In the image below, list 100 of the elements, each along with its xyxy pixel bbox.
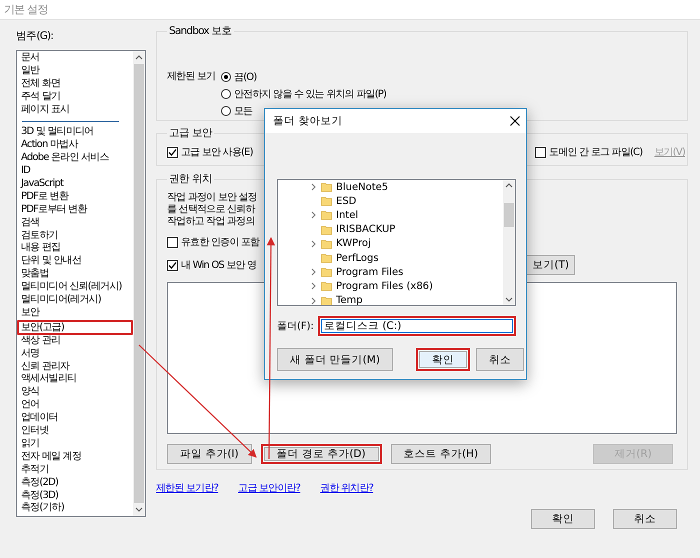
folder-icon [321,210,332,220]
category-item[interactable]: 전자 메일 계정 [20,450,133,464]
description-text: 작업 과정이 보안 설정 [167,192,257,204]
folder-icon [321,253,332,264]
checkbox[interactable] [535,146,546,158]
field-label: 제한된 보기 [167,70,216,84]
folder-icon [321,281,332,292]
scroll-down-icon[interactable] [135,507,143,512]
category-item[interactable]: 보안(고급) [17,320,133,335]
folder-name[interactable]: IRISBACKUP [336,224,396,236]
chevron-icon[interactable] [310,240,317,248]
category-item[interactable]: 검색 [20,216,133,230]
add-host-button[interactable]: 호스트 추가(H) [390,444,492,464]
folder-icon [321,196,332,206]
category-item[interactable]: 페이지 표시 [20,104,133,116]
chevron-icon[interactable] [310,211,317,220]
folder-icon [321,182,332,192]
scroll-down-icon[interactable] [505,297,513,302]
add-file-button[interactable]: 파일 추가(I) [167,444,252,464]
cancel-button[interactable]: 취소 [613,509,677,529]
scrollbar-thumb[interactable] [134,64,144,503]
folder-icon [321,224,332,235]
folder-field[interactable]: 로컬디스크 (C:) [318,316,516,336]
chevron-icon[interactable] [310,282,317,290]
category-item[interactable]: PDF로부터 변환 [20,204,133,217]
category-item[interactable]: 전체 화면 [20,78,133,91]
scroll-up-icon[interactable] [505,183,513,188]
folder-name[interactable]: Program Files (x86) [336,280,433,292]
description-text: 를 선택적으로 신뢰하 [167,204,255,216]
help-link[interactable]: 고급 보안이란? [238,481,300,495]
category-item[interactable]: 액세서빌리티 [20,373,133,386]
scrollbar-thumb[interactable] [504,202,514,226]
checkbox-label: 유효한 인증이 포함 [181,236,260,249]
chevron-icon[interactable] [310,296,317,305]
cancel-button[interactable]: 취소 [476,348,524,371]
category-item[interactable]: Action 마법사 [20,139,133,152]
chevron-icon[interactable] [310,183,317,192]
folder-icon [321,267,332,278]
folder-name[interactable]: Intel [336,210,358,221]
radio-button[interactable] [221,72,231,82]
scroll-up-icon[interactable] [135,55,143,60]
group-title: 권한 위치 [168,172,214,186]
category-item[interactable]: 인터넷 [20,425,133,438]
category-item[interactable]: 멀티미디어(레거시) [20,294,133,307]
category-item[interactable]: 양식 [20,386,133,400]
ok-button[interactable]: 확인 [416,348,470,371]
ok-button[interactable]: 확인 [531,509,595,529]
category-item[interactable]: JavaScript [20,178,133,191]
checkbox[interactable] [167,260,178,270]
folder-name[interactable]: KWProj [336,238,371,250]
category-item[interactable]: 측정(2D) [20,476,133,490]
category-item[interactable]: 서명 [20,348,133,361]
close-icon[interactable] [510,116,520,126]
checkbox[interactable] [167,236,178,248]
category-item[interactable]: 측정(기하) [20,502,133,516]
category-item[interactable]: 3D 및 멀티미디어 [20,126,133,140]
category-item[interactable]: 색상 관리 [20,334,133,348]
category-item[interactable]: 일반 [20,64,133,78]
folder-name[interactable]: Temp [336,295,363,305]
help-link[interactable]: 제한된 보기란? [156,481,218,495]
category-item[interactable]: 추적기 [20,464,133,477]
new-folder-button[interactable]: 새 폴더 만들기(M) [277,348,393,371]
folder-tree[interactable]: BlueNote5 ESD Intel IRISBACKUP KWProj PerfLogs Program Files Program Files (x86) Temp [277,179,516,306]
scrollbar[interactable] [133,51,145,516]
category-item[interactable]: 문서 [20,52,133,65]
radio-button[interactable] [221,106,231,116]
group-title: 고급 보안 [168,126,214,140]
radio-label: 모든 [234,104,252,118]
help-link[interactable]: 권한 위치란? [320,481,374,495]
folder-name[interactable]: PerfLogs [336,252,379,264]
category-item[interactable]: 주석 달기 [20,90,133,104]
group-title: Sandbox 보호 [168,24,233,38]
folder-name[interactable]: BlueNote5 [336,182,388,193]
category-item[interactable]: PDF로 변환 [20,190,133,204]
category-item[interactable]: 멀티미디어 신뢰(레거시) [20,281,133,294]
add-folder-path-button[interactable]: 폴더 경로 추가(D) [260,444,382,464]
category-item[interactable]: 보안 [20,306,133,320]
category-item[interactable]: 내용 편집 [20,242,133,256]
dialog-title: 폴더 찾아보기 [273,114,342,128]
chevron-icon[interactable] [310,268,317,276]
category-item[interactable]: 신뢰 관리자 [20,360,133,374]
folder-name[interactable]: Program Files [336,266,404,278]
category-item[interactable]: 검토하기 [20,230,133,242]
category-label: 범주(G): [16,29,54,44]
description-text: 작업하고 작업 과정의 [167,216,255,228]
radio-button[interactable] [221,88,231,98]
category-item[interactable]: 측정(3D) [20,490,133,502]
checkbox-label: 고급 보안 사용(E) [181,146,253,159]
view-button[interactable]: 보기(T) [526,255,575,275]
category-item[interactable]: 맞춤법 [20,268,133,282]
folder-name[interactable]: ESD [336,196,356,207]
category-item[interactable]: 업데이터 [20,412,133,426]
category-item[interactable]: ID [20,165,133,178]
folder-icon [321,238,332,249]
scrollbar[interactable] [503,180,515,305]
category-item[interactable]: 읽기 [20,438,133,451]
checkbox[interactable] [167,146,178,158]
category-item[interactable]: 단위 및 안내선 [20,255,133,268]
category-item[interactable]: 언어 [20,399,133,412]
category-item[interactable]: Adobe 온라인 서비스 [20,152,133,166]
